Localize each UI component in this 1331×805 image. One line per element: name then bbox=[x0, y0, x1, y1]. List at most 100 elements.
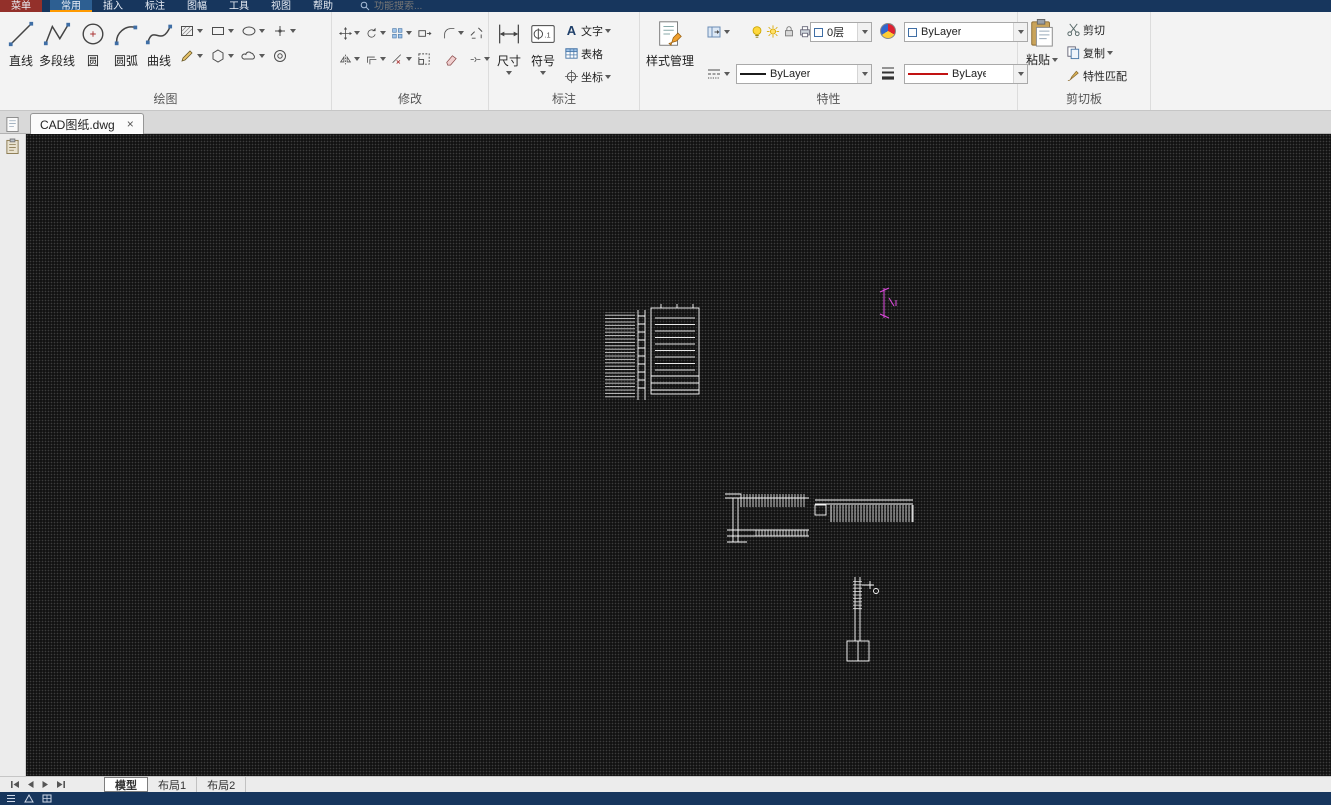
scale-button[interactable] bbox=[415, 47, 440, 71]
move-button[interactable] bbox=[337, 21, 362, 45]
symbol-button[interactable]: .1 符号 bbox=[528, 12, 558, 75]
ribbon-group-properties: 样式管理 0层 ByLayer ByLayer ByLaye 特性 bbox=[640, 12, 1028, 110]
chevron-down-icon bbox=[380, 31, 386, 35]
stretch-button[interactable] bbox=[415, 21, 440, 45]
hatch-button[interactable] bbox=[177, 21, 205, 41]
svg-text:.1: .1 bbox=[544, 30, 550, 39]
brush-icon bbox=[1067, 70, 1079, 82]
coordinate-label: 坐标 bbox=[581, 71, 603, 84]
tab-layout2[interactable]: 布局2 bbox=[197, 777, 247, 792]
chevron-down-icon bbox=[290, 29, 297, 33]
menu-tab-help[interactable]: 帮助 bbox=[302, 0, 344, 12]
circle-button[interactable]: 圆 bbox=[78, 12, 108, 69]
coordinate-button[interactable]: 坐标 bbox=[562, 66, 613, 87]
menu-tab-insert[interactable]: 插入 bbox=[92, 0, 134, 12]
model-space-canvas[interactable] bbox=[26, 134, 1331, 776]
menu-tab-view[interactable]: 视图 bbox=[260, 0, 302, 12]
previous-layout-icon[interactable] bbox=[26, 780, 35, 789]
menu-tab-sheet[interactable]: 图幅 bbox=[176, 0, 218, 12]
style-manager-button[interactable]: 样式管理 bbox=[646, 12, 694, 69]
menu-bar: 菜单 常用 插入 标注 图幅 工具 视图 帮助 bbox=[0, 0, 1331, 12]
rotate-icon bbox=[367, 27, 376, 38]
paste-icon bbox=[1027, 18, 1057, 48]
polyline-button[interactable]: 多段线 bbox=[39, 12, 75, 69]
circle-label: 圆 bbox=[87, 54, 100, 68]
copy-button[interactable]: 复制 bbox=[1064, 42, 1129, 63]
match-properties-button[interactable]: 特性匹配 bbox=[1064, 65, 1129, 86]
table-icon bbox=[565, 48, 578, 59]
table-label: 表格 bbox=[581, 48, 603, 61]
point-button[interactable] bbox=[270, 21, 298, 41]
search-input[interactable] bbox=[374, 0, 464, 12]
menu-root-button[interactable]: 菜单 bbox=[0, 0, 42, 12]
next-layout-icon[interactable] bbox=[41, 780, 50, 789]
last-layout-icon[interactable] bbox=[56, 780, 66, 789]
menu-tab-tools[interactable]: 工具 bbox=[218, 0, 260, 12]
rotate-button[interactable] bbox=[363, 21, 388, 45]
chevron-down-icon bbox=[458, 31, 464, 35]
trim-icon bbox=[392, 53, 402, 64]
layer-on-bulb-button[interactable] bbox=[750, 24, 764, 39]
polyline-icon bbox=[42, 19, 72, 49]
document-tab[interactable]: CAD图纸.dwg × bbox=[30, 113, 144, 134]
hatch-icon bbox=[181, 26, 194, 36]
donut-button[interactable] bbox=[270, 46, 298, 66]
arc-button[interactable]: 圆弧 bbox=[111, 12, 141, 69]
lineweight-select[interactable]: ByLayer bbox=[904, 64, 1028, 84]
polygon-button[interactable] bbox=[208, 46, 236, 66]
fillet-icon bbox=[444, 27, 455, 38]
first-layout-icon[interactable] bbox=[10, 780, 20, 789]
status-grid-icon[interactable] bbox=[42, 794, 52, 803]
dimension-icon bbox=[494, 19, 524, 49]
mirror-button[interactable] bbox=[337, 47, 362, 71]
left-rail-buttons bbox=[2, 114, 22, 156]
array-button[interactable] bbox=[389, 21, 414, 45]
paste-label: 粘贴 bbox=[1026, 51, 1059, 68]
erase-button[interactable] bbox=[441, 47, 466, 71]
paste-button[interactable]: 粘贴 bbox=[1026, 12, 1059, 68]
ellipse-button[interactable] bbox=[239, 21, 267, 41]
line-button[interactable]: 直线 bbox=[6, 12, 36, 69]
chevron-down-icon bbox=[857, 23, 871, 41]
revision-cloud-button[interactable] bbox=[239, 46, 267, 66]
menu-tab-home[interactable]: 常用 bbox=[50, 0, 92, 12]
function-search[interactable] bbox=[360, 0, 464, 12]
group-label-clipboard: 剪切板 bbox=[1065, 92, 1102, 106]
trim-button[interactable] bbox=[389, 47, 414, 71]
group-label-modify: 修改 bbox=[397, 92, 422, 106]
table-button[interactable]: 表格 bbox=[562, 43, 613, 64]
gradient-button[interactable] bbox=[177, 46, 205, 66]
palette-button-1[interactable] bbox=[2, 114, 22, 134]
color-select[interactable]: ByLayer bbox=[904, 22, 1028, 42]
lineweight-value: ByLayer bbox=[952, 68, 986, 80]
layer-select[interactable]: 0层 bbox=[810, 22, 872, 42]
copy-icon bbox=[1067, 46, 1080, 60]
chevron-down-icon bbox=[1107, 50, 1114, 55]
layer-panel-button[interactable] bbox=[704, 22, 732, 42]
status-bar bbox=[0, 792, 1331, 805]
lineweight-icon[interactable] bbox=[880, 65, 896, 81]
cut-button[interactable]: 剪切 bbox=[1064, 19, 1129, 40]
layer-lock-button[interactable] bbox=[782, 24, 796, 39]
fillet-button[interactable] bbox=[441, 21, 466, 45]
spline-button[interactable]: 曲线 bbox=[144, 12, 174, 69]
tab-model[interactable]: 模型 bbox=[104, 777, 148, 792]
status-osnap-icon[interactable] bbox=[24, 794, 34, 803]
menu-tab-annotate[interactable]: 标注 bbox=[134, 0, 176, 12]
dimension-button[interactable]: 尺寸 bbox=[494, 12, 524, 75]
close-icon[interactable]: × bbox=[127, 118, 134, 130]
linetype-manager-button[interactable] bbox=[704, 64, 732, 84]
color-wheel-icon[interactable] bbox=[880, 23, 896, 39]
layer-freeze-sun-button[interactable] bbox=[766, 24, 780, 39]
text-button[interactable]: A 文字 bbox=[562, 20, 613, 41]
group-label-properties: 特性 bbox=[816, 92, 841, 106]
linetype-select[interactable]: ByLayer bbox=[736, 64, 872, 84]
status-menu-icon[interactable] bbox=[6, 794, 16, 803]
palette-button-2[interactable] bbox=[2, 136, 22, 156]
layer-value: 0层 bbox=[827, 27, 845, 39]
rectangle-button[interactable] bbox=[208, 21, 236, 41]
erase-icon bbox=[446, 54, 457, 65]
tab-layout1[interactable]: 布局1 bbox=[148, 777, 198, 792]
offset-button[interactable] bbox=[363, 47, 388, 71]
color-swatch bbox=[908, 27, 917, 37]
